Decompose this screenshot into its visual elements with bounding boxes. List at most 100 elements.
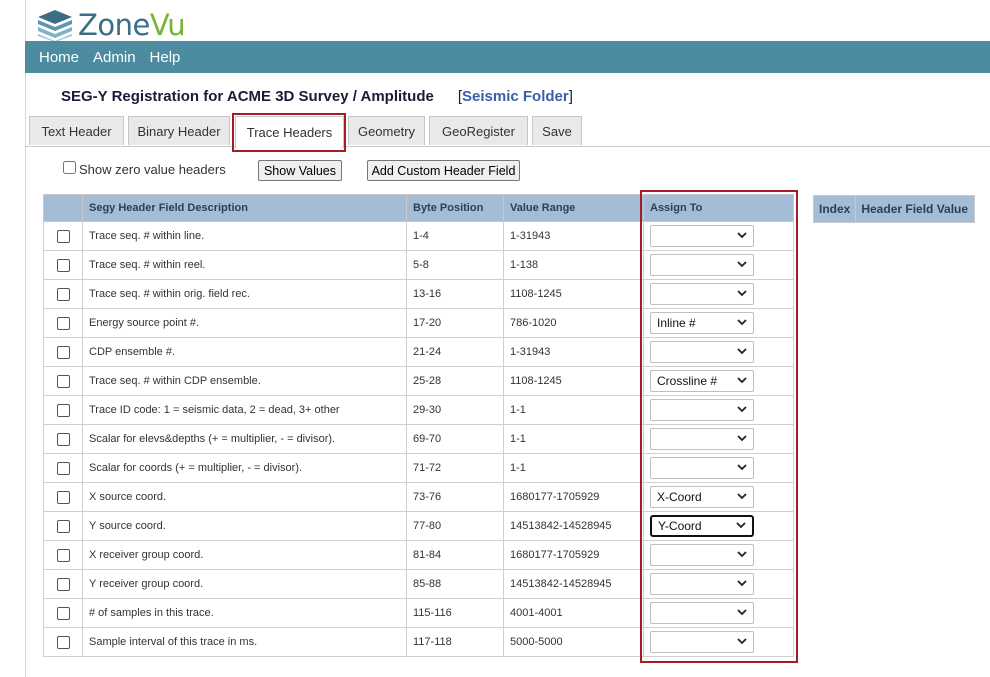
show-zero-checkbox[interactable]	[63, 161, 76, 174]
chevron-down-icon	[737, 608, 747, 619]
row-description: Y source coord.	[82, 511, 407, 541]
row-description: # of samples in this trace.	[82, 598, 407, 628]
row-description: Trace seq. # within reel.	[82, 250, 407, 280]
row-description: X receiver group coord.	[82, 540, 407, 570]
row-checkbox[interactable]	[56, 577, 70, 591]
row-description: Trace ID code: 1 = seismic data, 2 = dea…	[82, 395, 407, 425]
row-byte-position: 81-84	[406, 540, 504, 570]
col-index: Index	[812, 195, 857, 223]
row-value-range: 786-1020	[503, 308, 644, 338]
row-value-range: 1-138	[503, 250, 644, 280]
row-assign-cell	[643, 337, 794, 367]
row-checkbox[interactable]	[56, 635, 70, 649]
row-checkbox-cell	[43, 424, 83, 454]
assign-to-select[interactable]	[650, 428, 754, 450]
row-value-range: 1108-1245	[503, 366, 644, 396]
row-value-range: 1680177-1705929	[503, 482, 644, 512]
row-value-range: 4001-4001	[503, 598, 644, 628]
row-description: Trace seq. # within CDP ensemble.	[82, 366, 407, 396]
assign-to-select[interactable]	[650, 225, 754, 247]
row-checkbox[interactable]	[56, 374, 70, 388]
tab-text-header[interactable]: Text Header	[29, 116, 124, 145]
nav-admin[interactable]: Admin	[93, 49, 136, 66]
row-checkbox[interactable]	[56, 519, 70, 533]
row-value-range: 1-1	[503, 424, 644, 454]
assign-to-select[interactable]	[650, 399, 754, 421]
nav-help[interactable]: Help	[150, 49, 181, 66]
assign-to-select[interactable]	[650, 457, 754, 479]
row-value-range: 1108-1245	[503, 279, 644, 309]
assign-to-select[interactable]: Inline #	[650, 312, 754, 334]
assign-to-select[interactable]	[650, 544, 754, 566]
zonevu-logo[interactable]: ZoneVu	[36, 8, 186, 42]
row-byte-position: 13-16	[406, 279, 504, 309]
row-assign-cell	[643, 279, 794, 309]
row-assign-cell	[643, 540, 794, 570]
tab-binary-header[interactable]: Binary Header	[128, 116, 230, 145]
logo-text: ZoneVu	[78, 8, 186, 42]
row-description: Trace seq. # within line.	[82, 221, 407, 251]
row-checkbox[interactable]	[56, 490, 70, 504]
row-byte-position: 69-70	[406, 424, 504, 454]
row-checkbox[interactable]	[56, 229, 70, 243]
row-value-range: 1-1	[503, 395, 644, 425]
row-checkbox-cell	[43, 250, 83, 280]
row-checkbox[interactable]	[56, 461, 70, 475]
row-byte-position: 21-24	[406, 337, 504, 367]
table-row: Scalar for coords (+ = multiplier, - = d…	[43, 453, 794, 483]
row-assign-cell	[643, 221, 794, 251]
row-byte-position: 73-76	[406, 482, 504, 512]
row-checkbox-cell	[43, 395, 83, 425]
tab-georegister[interactable]: GeoRegister	[429, 116, 528, 145]
row-checkbox-cell	[43, 627, 83, 657]
assign-to-value: X-Coord	[657, 490, 702, 504]
row-checkbox[interactable]	[56, 432, 70, 446]
tab-geometry[interactable]: Geometry	[348, 116, 425, 145]
assign-to-value: Y-Coord	[658, 519, 702, 533]
nav-home[interactable]: Home	[39, 49, 79, 66]
chevron-down-icon	[736, 521, 746, 532]
side-header-row: Index Header Field Value	[812, 195, 976, 223]
row-checkbox[interactable]	[56, 548, 70, 562]
row-checkbox-cell	[43, 308, 83, 338]
row-value-range: 1-31943	[503, 337, 644, 367]
seismic-folder-link[interactable]: [Seismic Folder]	[458, 88, 573, 105]
show-values-button[interactable]: Show Values	[258, 160, 342, 181]
table-row: Trace ID code: 1 = seismic data, 2 = dea…	[43, 395, 794, 425]
assign-to-select[interactable]	[650, 254, 754, 276]
header-value-table: Index Header Field Value	[812, 195, 976, 223]
assign-to-select[interactable]: Y-Coord	[650, 515, 754, 537]
table-row: Trace seq. # within CDP ensemble. 25-28 11…	[43, 366, 794, 396]
assign-to-select[interactable]	[650, 631, 754, 653]
row-checkbox[interactable]	[56, 606, 70, 620]
row-checkbox[interactable]	[56, 258, 70, 272]
row-checkbox[interactable]	[56, 316, 70, 330]
row-checkbox[interactable]	[56, 345, 70, 359]
row-assign-cell	[643, 424, 794, 454]
tab-save[interactable]: Save	[532, 116, 582, 145]
row-checkbox-cell	[43, 221, 83, 251]
table-row: X source coord. 73-76 1680177-1705929 X-Coo…	[43, 482, 794, 512]
row-checkbox[interactable]	[56, 287, 70, 301]
row-description: Scalar for coords (+ = multiplier, - = d…	[82, 453, 407, 483]
row-checkbox-cell	[43, 598, 83, 628]
assign-to-select[interactable]	[650, 602, 754, 624]
row-assign-cell	[643, 250, 794, 280]
chevron-down-icon	[737, 260, 747, 271]
assign-to-select[interactable]: X-Coord	[650, 486, 754, 508]
assign-to-select[interactable]	[650, 283, 754, 305]
assign-to-value: Crossline #	[657, 374, 718, 388]
chevron-down-icon	[737, 637, 747, 648]
row-checkbox-cell	[43, 366, 83, 396]
chevron-down-icon	[737, 318, 747, 329]
row-checkbox[interactable]	[56, 403, 70, 417]
assign-to-select[interactable]: Crossline #	[650, 370, 754, 392]
add-custom-header-button[interactable]: Add Custom Header Field	[367, 160, 520, 181]
chevron-down-icon	[737, 492, 747, 503]
assign-to-select[interactable]	[650, 573, 754, 595]
row-assign-cell	[643, 627, 794, 657]
assign-to-select[interactable]	[650, 341, 754, 363]
row-checkbox-cell	[43, 453, 83, 483]
controls-row: Show zero value headers Show Values Add …	[0, 160, 990, 182]
tab-trace-headers[interactable]: Trace Headers	[235, 116, 344, 148]
